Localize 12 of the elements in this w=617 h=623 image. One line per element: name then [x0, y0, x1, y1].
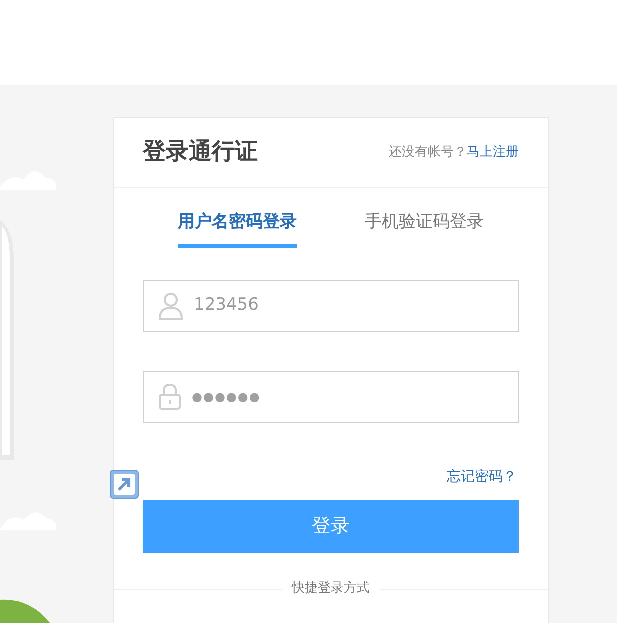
lock-icon	[158, 384, 182, 410]
password-field[interactable]: ●●●●●●	[143, 370, 519, 422]
expand-icon[interactable]	[110, 470, 139, 499]
register-link[interactable]: 马上注册	[467, 142, 519, 162]
login-button[interactable]: 登录	[143, 500, 519, 552]
register-prompt: 还没有帐号？	[389, 144, 467, 162]
username-field[interactable]: 123456	[143, 280, 519, 332]
forgot-password-link[interactable]: 忘记密码？	[447, 466, 517, 488]
login-tab[interactable]: 手机验证码登录	[365, 210, 484, 248]
login-tab[interactable]: 用户名密码登录	[178, 210, 297, 248]
login-title: 登录通行证	[143, 138, 258, 168]
user-icon	[158, 292, 184, 320]
